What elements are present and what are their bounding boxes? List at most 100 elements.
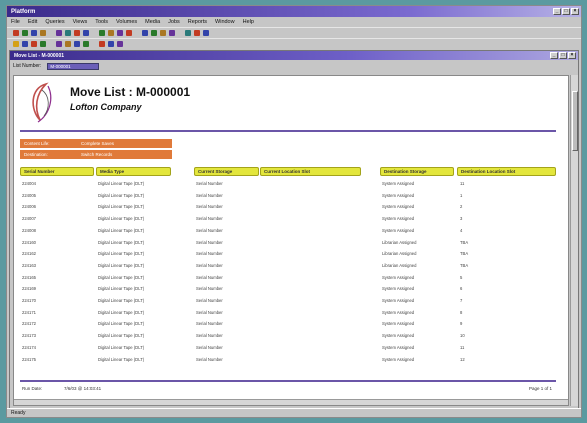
toolbar-button-icon[interactable] (13, 30, 19, 36)
table-row[interactable]: 224006 Digital Linear Tape (DLT) Serial Nu… (14, 203, 564, 211)
menu-item-window[interactable]: Window (215, 19, 235, 25)
table-row[interactable]: 224165 Digital Linear Tape (DLT) Serial Nu… (14, 274, 564, 282)
table-cell: 224005 (22, 192, 36, 198)
toolbar-button-icon[interactable] (108, 41, 114, 47)
table-row[interactable]: 224163 Digital Linear Tape (DLT) Serial Nu… (14, 262, 564, 270)
column-header-destination-location-slot[interactable]: Destination Location Slot (457, 167, 556, 176)
close-button[interactable]: × (571, 8, 579, 15)
menu-item-file[interactable]: File (11, 19, 20, 25)
table-row[interactable]: 224005 Digital Linear Tape (DLT) Serial Nu… (14, 192, 564, 200)
table-cell: Digital Linear Tape (DLT) (98, 286, 145, 292)
menu-item-tools[interactable]: Tools (95, 19, 108, 25)
table-cell: System Assigned (382, 181, 415, 186)
table-cell: Serial Number (196, 274, 223, 280)
toolbar-button-icon[interactable] (83, 41, 89, 47)
horizontal-scrollbar[interactable] (14, 399, 568, 405)
toolbar-button-icon[interactable] (169, 30, 175, 36)
table-row[interactable]: 224170 Digital Linear Tape (DLT) Serial Nu… (14, 297, 564, 305)
toolbar-button-icon[interactable] (83, 30, 89, 36)
child-minimize-button[interactable]: _ (550, 52, 558, 59)
column-header-current-storage[interactable]: Current Storage (194, 167, 259, 176)
table-cell: Librarian Assigned (382, 239, 417, 245)
table-cell: 10 (460, 333, 465, 339)
table-cell: Serial Number (196, 262, 223, 268)
toolbar-button-icon[interactable] (185, 30, 191, 36)
minimize-button[interactable]: _ (553, 8, 561, 15)
toolbar-button-icon[interactable] (40, 41, 46, 47)
table-cell: System Assigned (382, 192, 415, 198)
scrollbar-thumb[interactable] (572, 91, 578, 151)
menu-item-jobs[interactable]: Jobs (168, 19, 180, 25)
toolbar-button-icon[interactable] (151, 30, 157, 36)
toolbar-button-icon[interactable] (117, 41, 123, 47)
column-header-media-type[interactable]: Media Type (96, 167, 171, 176)
toolbar-button-icon[interactable] (108, 30, 114, 36)
toolbar-button-icon[interactable] (56, 41, 62, 47)
table-cell: 11 (460, 181, 465, 186)
menu-item-reports[interactable]: Reports (188, 19, 207, 25)
column-header-serial-number[interactable]: Serial Number (20, 167, 94, 176)
table-cell: Serial Number (196, 181, 223, 186)
table-cell: 224008 (22, 227, 36, 233)
table-row[interactable]: 224160 Digital Linear Tape (DLT) Serial Nu… (14, 239, 564, 247)
toolbar-button-icon[interactable] (22, 30, 28, 36)
toolbar-button-icon[interactable] (160, 30, 166, 36)
toolbar-button-icon[interactable] (31, 30, 37, 36)
child-close-button[interactable]: × (568, 52, 576, 59)
table-row[interactable]: 224169 Digital Linear Tape (DLT) Serial Nu… (14, 285, 564, 293)
table-row[interactable]: 224008 Digital Linear Tape (DLT) Serial Nu… (14, 227, 564, 235)
toolbar-button-icon[interactable] (31, 41, 37, 47)
menu-item-edit[interactable]: Edit (28, 19, 37, 25)
toolbar-button-icon[interactable] (74, 30, 80, 36)
toolbar-secondary (7, 38, 581, 49)
table-cell: Serial Number (196, 204, 223, 210)
table-row[interactable]: 224004 Digital Linear Tape (DLT) Serial Nu… (14, 180, 564, 188)
toolbar-button-icon[interactable] (194, 30, 200, 36)
table-cell: System Assigned (382, 356, 415, 362)
table-cell: Serial Number (196, 298, 223, 303)
table-row[interactable]: 224007 Digital Linear Tape (DLT) Serial Nu… (14, 215, 564, 223)
toolbar-button-icon[interactable] (65, 41, 71, 47)
toolbar-button-icon[interactable] (13, 41, 19, 47)
toolbar-button-icon[interactable] (203, 30, 209, 36)
menu-item-views[interactable]: Views (73, 19, 88, 25)
toolbar-button-icon[interactable] (56, 30, 62, 36)
toolbar-button-icon[interactable] (40, 30, 46, 36)
table-cell: System Assigned (382, 344, 415, 350)
table-cell: Digital Linear Tape (DLT) (98, 274, 145, 280)
table-row[interactable]: 224173 Digital Linear Tape (DLT) Serial Nu… (14, 332, 564, 340)
app-title: Platform (11, 8, 36, 15)
maximize-button[interactable]: □ (562, 8, 570, 15)
table-row[interactable]: 224172 Digital Linear Tape (DLT) Serial Nu… (14, 320, 564, 328)
table-row[interactable]: 224175 Digital Linear Tape (DLT) Serial Nu… (14, 356, 564, 364)
toolbar-button-icon[interactable] (22, 41, 28, 47)
table-cell: 8 (460, 309, 463, 315)
table-cell: Digital Linear Tape (DLT) (98, 216, 145, 222)
menu-item-queries[interactable]: Queries (45, 19, 64, 25)
table-row[interactable]: 224162 Digital Linear Tape (DLT) Serial Nu… (14, 250, 564, 258)
table-cell: 1 (460, 192, 463, 198)
info-value: Switch Records (81, 152, 113, 157)
menu-item-media[interactable]: Media (145, 19, 160, 25)
toolbar-button-icon[interactable] (99, 30, 105, 36)
child-maximize-button[interactable]: □ (559, 52, 567, 59)
info-row-destination: Destination: Switch Records (20, 150, 172, 159)
vertical-scrollbar[interactable] (570, 75, 578, 406)
list-number-select[interactable]: M-000001 (47, 62, 100, 70)
menu-item-help[interactable]: Help (243, 19, 254, 25)
table-row[interactable]: 224174 Digital Linear Tape (DLT) Serial Nu… (14, 344, 564, 352)
column-header-current-location-slot[interactable]: Current Location Slot (260, 167, 361, 176)
table-cell: 224175 (22, 356, 36, 362)
toolbar-button-icon[interactable] (74, 41, 80, 47)
table-cell: TBA (460, 251, 469, 257)
toolbar-button-icon[interactable] (117, 30, 123, 36)
toolbar-button-icon[interactable] (65, 30, 71, 36)
toolbar-button-icon[interactable] (142, 30, 148, 36)
info-label: Content Life: (24, 141, 50, 146)
table-cell: Serial Number (196, 216, 223, 222)
toolbar-button-icon[interactable] (99, 41, 105, 47)
table-row[interactable]: 224171 Digital Linear Tape (DLT) Serial Nu… (14, 309, 564, 317)
menu-item-volumes[interactable]: Volumes (116, 19, 137, 25)
column-header-destination-storage[interactable]: Destination Storage (380, 167, 454, 176)
toolbar-button-icon[interactable] (126, 30, 132, 36)
